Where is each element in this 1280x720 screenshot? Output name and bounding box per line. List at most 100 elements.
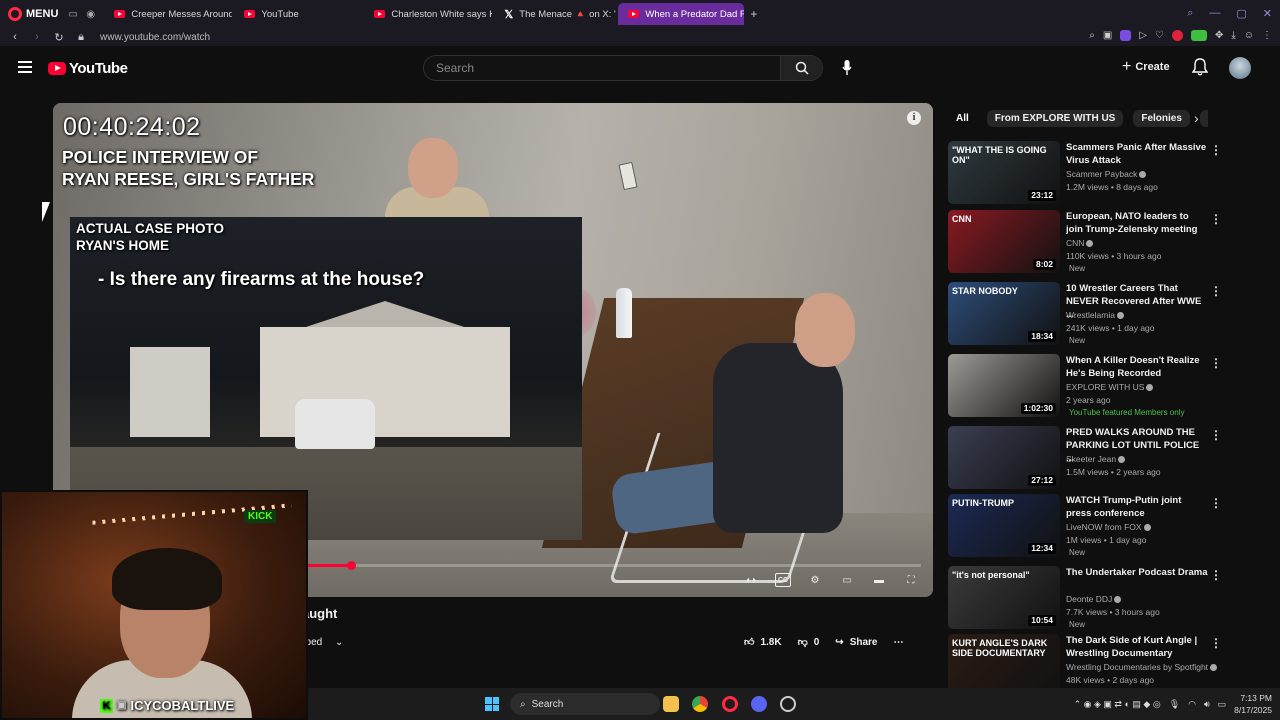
tab-youtube[interactable]: YouTube bbox=[234, 3, 362, 25]
recommendation-item[interactable]: "WHAT THE IS GOING ON" 23:12 Scammers Pani… bbox=[948, 141, 1228, 205]
tab-charleston[interactable]: Charleston White says Ke bbox=[364, 3, 492, 25]
chip-from-channel[interactable]: From EXPLORE WITH US bbox=[986, 109, 1124, 127]
browser-menu-button[interactable]: MENU bbox=[0, 7, 68, 21]
video-thumbnail[interactable]: STAR NOBODY 18:34 bbox=[948, 282, 1060, 345]
extension-green-icon[interactable] bbox=[1190, 30, 1207, 41]
video-thumbnail[interactable]: CNN 8:02 bbox=[948, 210, 1060, 273]
recommendation-item[interactable]: CNN 8:02 European, NATO leaders to join Tr… bbox=[948, 210, 1228, 274]
recommendation-title[interactable]: When A Killer Doesn't Realize He's Being… bbox=[1066, 354, 1208, 380]
channel-name[interactable]: CNN bbox=[1066, 238, 1094, 248]
tab-menace-x[interactable]: 𝕏 The Menace 🔺 on X: "C bbox=[494, 3, 616, 25]
windows-start-icon[interactable] bbox=[485, 697, 499, 711]
more-options-icon[interactable]: ⋮ bbox=[1210, 356, 1222, 370]
recommendation-title[interactable]: The Undertaker Podcast Drama bbox=[1066, 566, 1208, 579]
recommendation-title[interactable]: European, NATO leaders to join Trump-Zel… bbox=[1066, 210, 1208, 236]
download-icon[interactable]: ⤓ bbox=[1231, 30, 1235, 41]
channel-name[interactable]: Wrestling Documentaries by Spotfight bbox=[1066, 662, 1218, 672]
hamburger-menu-icon[interactable] bbox=[18, 61, 32, 73]
tab-creeper[interactable]: Creeper Messes Around bbox=[104, 3, 232, 25]
youtube-logo[interactable]: YouTube bbox=[48, 60, 128, 77]
video-thumbnail[interactable]: PUTIN-TRUMP 12:34 bbox=[948, 494, 1060, 557]
channel-name[interactable]: LiveNOW from FOX bbox=[1066, 522, 1151, 532]
heart-icon[interactable]: ♡ bbox=[1155, 30, 1164, 41]
video-thumbnail[interactable]: "WHAT THE IS GOING ON" 23:12 bbox=[948, 141, 1060, 204]
miniplayer-icon[interactable]: ▭ bbox=[839, 573, 855, 587]
more-actions-icon[interactable]: ⋯ bbox=[893, 637, 903, 648]
video-thumbnail[interactable]: 27:12 bbox=[948, 426, 1060, 489]
opera-gx-icon[interactable] bbox=[722, 696, 738, 712]
recommendation-item[interactable]: 27:12 PRED WALKS AROUND THE PARKING LOT U… bbox=[948, 426, 1228, 490]
autoplay-toggle-icon[interactable]: ◖◗ bbox=[743, 573, 759, 587]
captions-icon[interactable]: CC bbox=[775, 573, 791, 587]
channel-name[interactable]: Skeeter Jean bbox=[1066, 454, 1126, 464]
recommendation-title[interactable]: Scammers Panic After Massive Virus Attac… bbox=[1066, 141, 1208, 167]
minimize-icon[interactable]: — bbox=[1209, 7, 1220, 20]
send-icon[interactable]: ▷ bbox=[1139, 30, 1147, 41]
search-button[interactable] bbox=[780, 56, 822, 80]
more-options-icon[interactable]: ⋮ bbox=[1210, 568, 1222, 582]
close-icon[interactable]: ✕ bbox=[1263, 7, 1272, 20]
zoom-icon[interactable]: ⌕ bbox=[1089, 30, 1095, 41]
recommendation-item[interactable]: 1:02:30 When A Killer Doesn't Realize He'… bbox=[948, 354, 1228, 418]
microphone-icon[interactable] bbox=[838, 58, 856, 78]
more-options-icon[interactable]: ⋮ bbox=[1210, 496, 1222, 510]
puzzle-icon[interactable]: ✥ bbox=[1215, 30, 1223, 41]
reload-icon[interactable]: ↻ bbox=[52, 31, 66, 44]
channel-name[interactable]: Scammer Payback bbox=[1066, 169, 1147, 179]
video-thumbnail[interactable]: 1:02:30 bbox=[948, 354, 1060, 417]
recommendation-item[interactable]: PUTIN-TRUMP 12:34 WATCH Trump-Putin joint … bbox=[948, 494, 1228, 558]
recommendation-item[interactable]: STAR NOBODY 18:34 10 Wrestler Careers That… bbox=[948, 282, 1228, 346]
chrome-icon[interactable] bbox=[692, 696, 708, 712]
like-button[interactable]: 👍︎ 1.8K bbox=[744, 636, 782, 649]
forward-icon[interactable]: › bbox=[30, 31, 44, 43]
extension-red-icon[interactable] bbox=[1171, 30, 1183, 41]
workspace-icon[interactable]: ◉ bbox=[86, 9, 104, 20]
recommendation-item[interactable]: "it's not personal" 10:54 The Undertaker P… bbox=[948, 566, 1228, 630]
channel-name[interactable]: Deonte DDJ bbox=[1066, 594, 1122, 604]
tab-predator-dad[interactable]: When a Predator Dad Rea bbox=[618, 3, 745, 25]
more-options-icon[interactable]: ⋮ bbox=[1210, 636, 1222, 650]
progress-bar[interactable] bbox=[305, 564, 921, 567]
settings-gear-icon[interactable]: ⚙ bbox=[807, 573, 823, 587]
mic-tray-icon[interactable]: 🎙︎ bbox=[1169, 699, 1180, 710]
battery-icon[interactable]: ▭ bbox=[1218, 699, 1227, 710]
more-menu-icon[interactable]: ⋮ bbox=[1262, 30, 1272, 41]
chip-la[interactable]: La bbox=[1199, 109, 1208, 127]
notifications-bell-icon[interactable] bbox=[1191, 58, 1210, 76]
snapshot-icon[interactable]: ▣ bbox=[1103, 30, 1112, 41]
back-icon[interactable]: ‹ bbox=[8, 31, 22, 43]
share-button[interactable]: ↪ Share bbox=[835, 637, 877, 648]
recommendation-title[interactable]: The Dark Side of Kurt Angle | Wrestling … bbox=[1066, 634, 1208, 660]
vpn-icon[interactable] bbox=[1120, 30, 1132, 41]
discord-icon[interactable] bbox=[751, 696, 767, 712]
wifi-icon[interactable]: ◠ bbox=[1188, 699, 1196, 710]
more-options-icon[interactable]: ⋮ bbox=[1210, 428, 1222, 442]
more-options-icon[interactable]: ⋮ bbox=[1210, 143, 1222, 157]
taskbar-search[interactable]: ⌕ Search bbox=[510, 693, 660, 715]
new-tab-button[interactable]: + bbox=[750, 7, 757, 21]
taskbar-clock[interactable]: 7:13 PM 8/17/2025 bbox=[1234, 692, 1272, 716]
info-icon[interactable]: i bbox=[907, 111, 921, 125]
search-input[interactable] bbox=[424, 56, 780, 80]
maximize-icon[interactable]: ▢ bbox=[1236, 7, 1246, 20]
chip-all[interactable]: All bbox=[948, 110, 977, 127]
profile-icon[interactable]: ☺ bbox=[1244, 30, 1254, 41]
more-options-icon[interactable]: ⋮ bbox=[1210, 212, 1222, 226]
channel-name[interactable]: Wrestlelamia bbox=[1066, 310, 1124, 320]
account-avatar[interactable] bbox=[1229, 57, 1251, 79]
recommendation-title[interactable]: WATCH Trump-Putin joint press conference bbox=[1066, 494, 1208, 520]
app-circle-icon[interactable] bbox=[780, 696, 796, 712]
volume-icon[interactable]: 🔊︎ bbox=[1204, 699, 1210, 710]
fullscreen-icon[interactable]: ⛶ bbox=[903, 573, 919, 587]
file-explorer-icon[interactable] bbox=[663, 696, 679, 712]
channel-name[interactable]: EXPLORE WITH US bbox=[1066, 382, 1154, 392]
chevron-right-icon[interactable]: › bbox=[1194, 110, 1199, 126]
chip-felonies[interactable]: Felonies bbox=[1133, 109, 1190, 127]
create-button[interactable]: + Create bbox=[1122, 58, 1170, 76]
dislike-button[interactable]: 👎︎ 0 bbox=[798, 636, 820, 649]
url-field[interactable]: www.youtube.com/watch bbox=[100, 32, 210, 43]
more-options-icon[interactable]: ⋮ bbox=[1210, 284, 1222, 298]
search-tabs-icon[interactable]: ⌕ bbox=[1187, 7, 1193, 20]
tab-switcher-icon[interactable]: ▭ bbox=[68, 9, 86, 20]
video-thumbnail[interactable]: "it's not personal" 10:54 bbox=[948, 566, 1060, 629]
